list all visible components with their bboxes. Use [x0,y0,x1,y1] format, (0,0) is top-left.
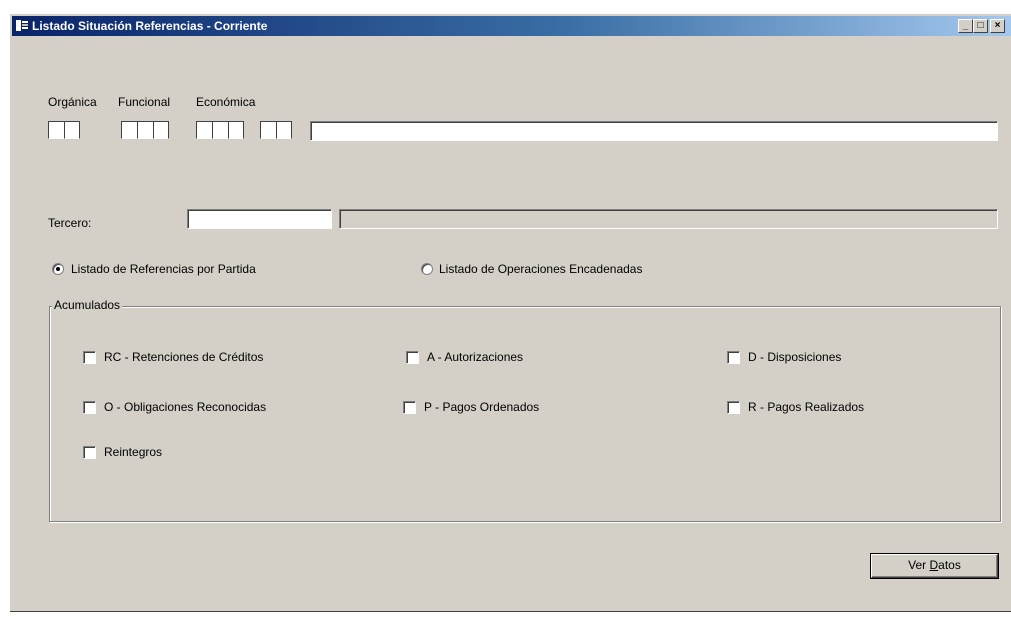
checkbox-label-a[interactable]: A - Autorizaciones [427,350,523,364]
checkbox-label-d[interactable]: D - Disposiciones [748,350,841,364]
app-icon [15,19,29,32]
ver-datos-label-prefix: Ver [908,558,930,572]
checkbox-reintegros[interactable] [83,446,96,459]
checkbox-o[interactable] [83,401,96,414]
checkbox-label-o[interactable]: O - Obligaciones Reconocidas [104,400,266,414]
economica-digit-1[interactable] [196,121,212,139]
acumulados-title: Acumulados [52,298,123,312]
economica-sub-digit-2[interactable] [276,121,292,139]
organica-digit-1[interactable] [48,121,64,139]
checkbox-label-p[interactable]: P - Pagos Ordenados [424,400,539,414]
tercero-label: Tercero: [48,216,92,230]
economica-digit-2[interactable] [212,121,228,139]
radio-label-operaciones-encadenadas[interactable]: Listado de Operaciones Encadenadas [439,262,642,276]
checkbox-label-reintegros[interactable]: Reintegros [104,445,162,459]
tercero-code-input[interactable] [187,209,332,229]
maximize-button[interactable]: □ [973,19,988,33]
funcional-digit-3[interactable] [153,121,169,139]
funcional-label: Funcional [118,95,171,109]
title-bar[interactable]: Listado Situación Referencias - Corrient… [12,16,1011,36]
checkbox-a[interactable] [406,351,419,364]
checkbox-label-r[interactable]: R - Pagos Realizados [748,400,864,414]
organica-digit-2[interactable] [64,121,80,139]
organica-label: Orgánica [48,95,97,109]
radio-operaciones-encadenadas[interactable] [421,263,433,275]
partida-description-field[interactable] [310,121,998,141]
checkbox-p[interactable] [403,401,416,414]
radio-selected-dot [56,267,60,271]
acumulados-group [49,306,1001,522]
checkbox-r[interactable] [727,401,740,414]
economica-sub-digit-1[interactable] [260,121,276,139]
economica-digit-3[interactable] [228,121,244,139]
economica-label: Económica [196,95,256,109]
close-button[interactable]: × [990,19,1005,33]
funcional-digit-2[interactable] [137,121,153,139]
minimize-button[interactable]: _ [958,19,973,33]
checkbox-d[interactable] [727,351,740,364]
radio-label-referencias-por-partida[interactable]: Listado de Referencias por Partida [71,262,256,276]
main-window: Listado Situación Referencias - Corrient… [9,13,1011,612]
checkbox-rc[interactable] [83,351,96,364]
funcional-digit-1[interactable] [121,121,137,139]
ver-datos-label-suffix: atos [938,558,961,572]
ver-datos-accel-key: D [929,558,939,572]
ver-datos-button[interactable]: Ver Datos [871,554,998,578]
tercero-name-field [339,209,998,229]
window-title: Listado Situación Referencias - Corrient… [32,19,268,33]
checkbox-label-rc[interactable]: RC - Retenciones de Créditos [104,350,263,364]
radio-referencias-por-partida[interactable] [52,263,64,275]
